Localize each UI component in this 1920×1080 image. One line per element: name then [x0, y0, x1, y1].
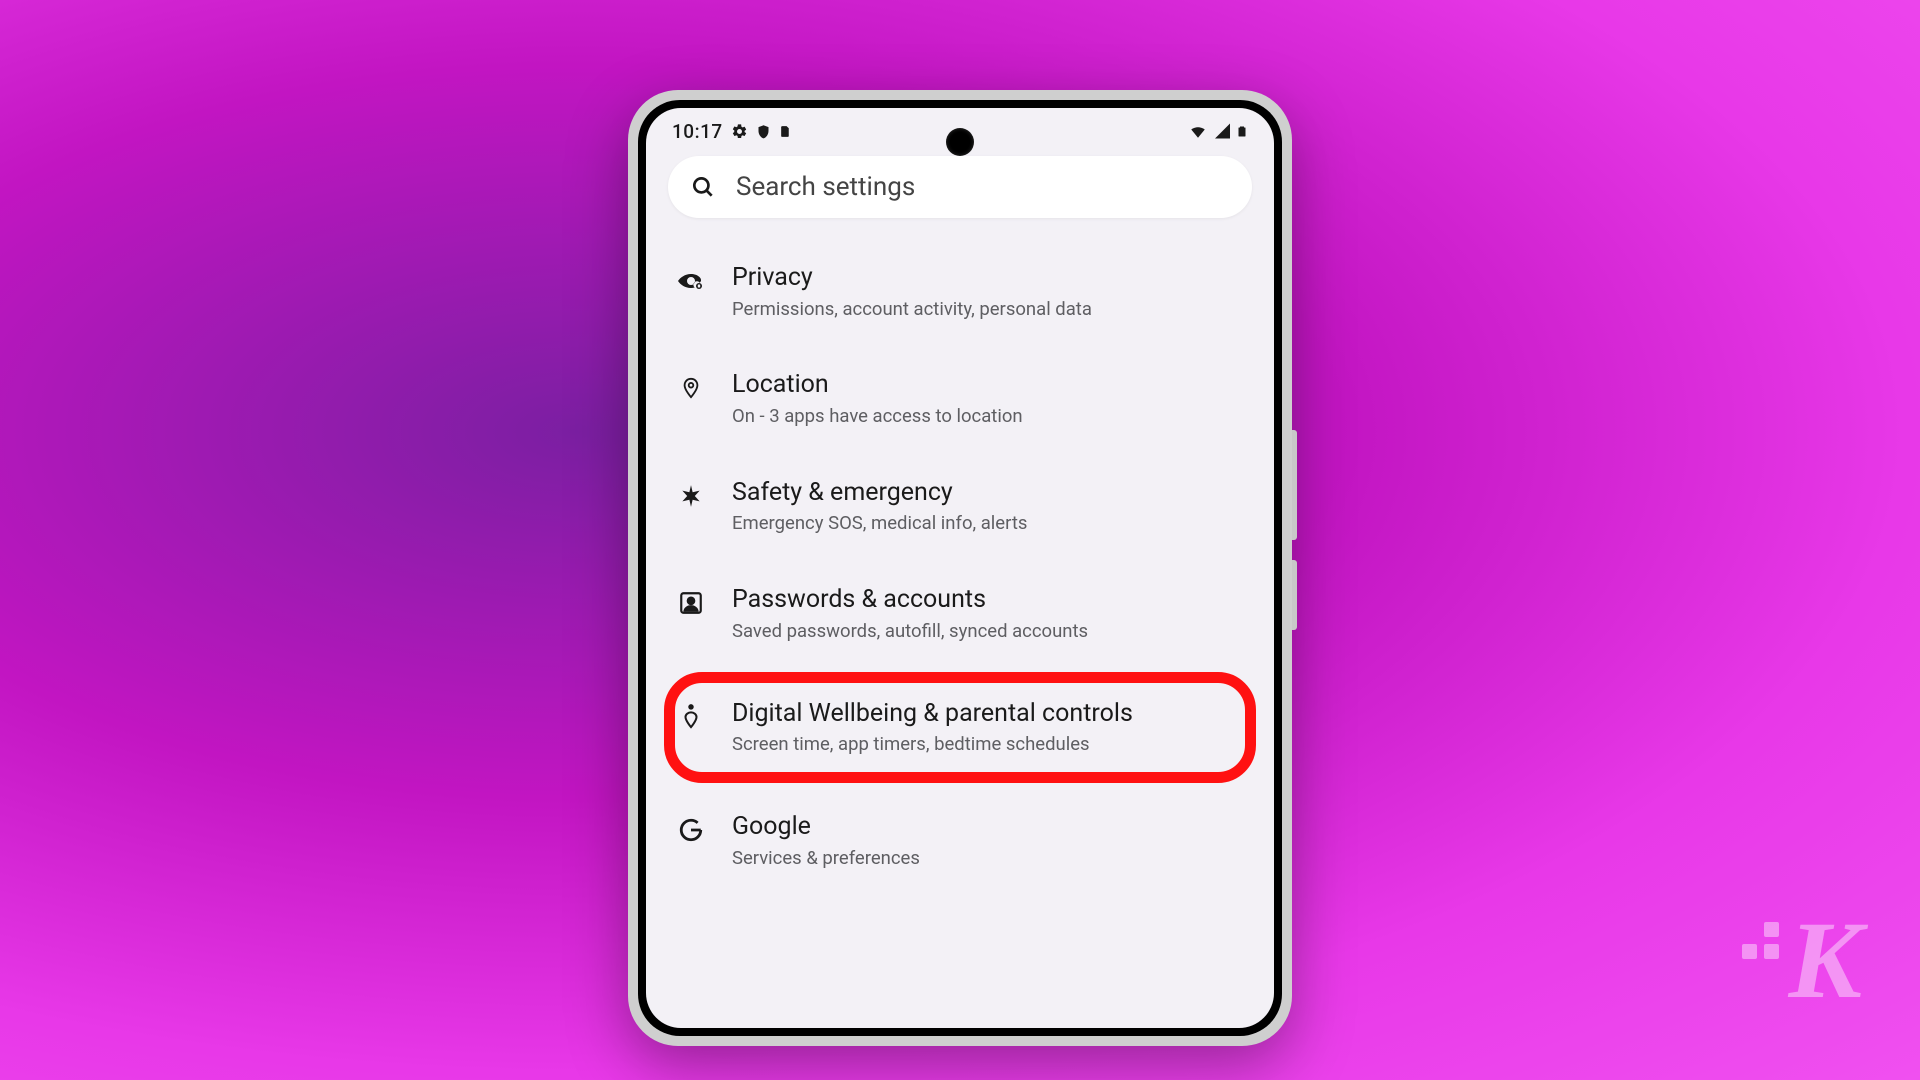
battery-icon — [1236, 122, 1248, 141]
settings-item-google[interactable]: Google Services & preferences — [646, 787, 1274, 894]
privacy-eye-icon — [676, 266, 706, 296]
signal-icon — [1213, 122, 1232, 140]
settings-subtitle: Services & preferences — [732, 846, 1246, 871]
settings-item-privacy[interactable]: Privacy Permissions, account activity, p… — [646, 238, 1274, 345]
settings-subtitle: Emergency SOS, medical info, alerts — [732, 511, 1246, 536]
status-right — [1187, 122, 1248, 141]
status-time: 10:17 — [672, 120, 723, 143]
settings-subtitle: Permissions, account activity, personal … — [732, 297, 1246, 322]
phone-screen: 10:17 — [646, 108, 1274, 1028]
watermark-letter: K — [1789, 916, 1862, 1004]
wellbeing-icon — [676, 702, 706, 732]
search-input[interactable]: Search settings — [668, 156, 1252, 218]
settings-title: Passwords & accounts — [732, 584, 1246, 617]
settings-title: Privacy — [732, 262, 1246, 295]
settings-list: Privacy Permissions, account activity, p… — [646, 230, 1274, 903]
settings-item-location[interactable]: Location On - 3 apps have access to loca… — [646, 345, 1274, 452]
phone-frame: 10:17 — [628, 90, 1292, 1046]
settings-subtitle: On - 3 apps have access to location — [732, 404, 1246, 429]
settings-item-digital-wellbeing[interactable]: Digital Wellbeing & parental controls Sc… — [646, 668, 1274, 787]
search-placeholder: Search settings — [736, 172, 915, 202]
power-button[interactable] — [1292, 560, 1297, 630]
settings-subtitle: Saved passwords, autofill, synced accoun… — [732, 619, 1246, 644]
watermark-dots — [1727, 920, 1787, 1000]
asterisk-icon — [676, 481, 706, 511]
phone-bezel: 10:17 — [638, 100, 1282, 1036]
account-box-icon — [676, 588, 706, 618]
search-icon — [690, 174, 716, 200]
settings-item-safety[interactable]: Safety & emergency Emergency SOS, medica… — [646, 453, 1274, 560]
shield-icon — [756, 123, 771, 140]
status-left: 10:17 — [672, 120, 792, 143]
watermark-logo: K — [1727, 916, 1862, 1004]
settings-item-passwords[interactable]: Passwords & accounts Saved passwords, au… — [646, 560, 1274, 667]
settings-title: Google — [732, 811, 1246, 844]
settings-title: Safety & emergency — [732, 477, 1246, 510]
location-pin-icon — [676, 373, 706, 403]
sim-icon — [779, 123, 792, 140]
camera-punch-hole — [946, 128, 974, 156]
wifi-icon — [1187, 122, 1209, 140]
settings-subtitle: Screen time, app timers, bedtime schedul… — [732, 732, 1246, 757]
settings-title: Location — [732, 369, 1246, 402]
google-g-icon — [676, 815, 706, 845]
settings-title: Digital Wellbeing & parental controls — [732, 698, 1246, 731]
gear-icon — [731, 123, 748, 140]
volume-button[interactable] — [1292, 430, 1297, 540]
